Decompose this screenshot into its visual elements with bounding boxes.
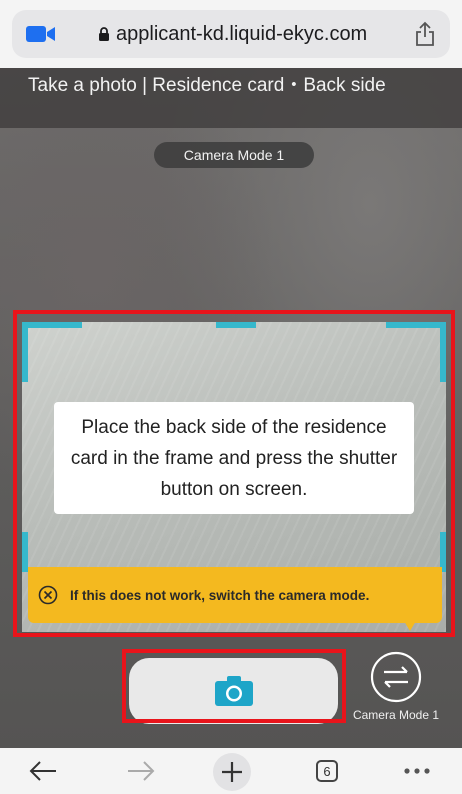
- arrow-left-icon: [29, 761, 56, 781]
- frame-corner: [440, 322, 446, 382]
- share-icon[interactable]: [414, 21, 436, 47]
- url-text: applicant-kd.liquid-ekyc.com: [116, 22, 368, 45]
- forward-button[interactable]: [124, 756, 158, 786]
- warning-text: If this does not work, switch the camera…: [70, 587, 370, 603]
- new-tab-button[interactable]: [210, 752, 254, 792]
- frame-corner: [22, 322, 82, 328]
- lock-icon: [99, 26, 109, 41]
- frame-corner: [22, 322, 28, 382]
- hint-pointer: [404, 621, 416, 631]
- frame-corner: [386, 322, 446, 328]
- page-title: Take a photo | Residence card・Back side: [0, 68, 462, 128]
- camera-view: Take a photo | Residence card・Back side …: [0, 68, 462, 748]
- frame-corner: [216, 322, 256, 328]
- frame-corner: [440, 532, 446, 572]
- address-bar[interactable]: applicant-kd.liquid-ekyc.com: [12, 10, 450, 58]
- more-dots-icon: [404, 768, 430, 774]
- tabs-count: 6: [316, 760, 338, 782]
- browser-toolbar: 6: [0, 748, 462, 794]
- browser-address-area: applicant-kd.liquid-ekyc.com: [0, 0, 462, 68]
- back-button[interactable]: [26, 756, 60, 786]
- mode-switch-hint: If this does not work, switch the camera…: [28, 567, 442, 623]
- tabs-button[interactable]: 6: [312, 756, 342, 786]
- close-circle-icon[interactable]: [38, 585, 58, 605]
- swap-arrows-icon[interactable]: [370, 651, 422, 703]
- shutter-button[interactable]: [129, 658, 338, 724]
- camera-icon: [214, 676, 253, 706]
- switch-mode-label: Camera Mode 1: [352, 708, 440, 722]
- more-button[interactable]: [400, 756, 434, 786]
- frame-corner: [22, 532, 28, 572]
- camera-mode-badge: Camera Mode 1: [154, 142, 314, 168]
- url-display[interactable]: applicant-kd.liquid-ekyc.com: [98, 10, 367, 58]
- arrow-right-icon: [128, 761, 155, 781]
- plus-icon: [213, 753, 251, 791]
- video-camera-icon: [26, 26, 55, 42]
- instruction-box: Place the back side of the residence car…: [54, 402, 414, 514]
